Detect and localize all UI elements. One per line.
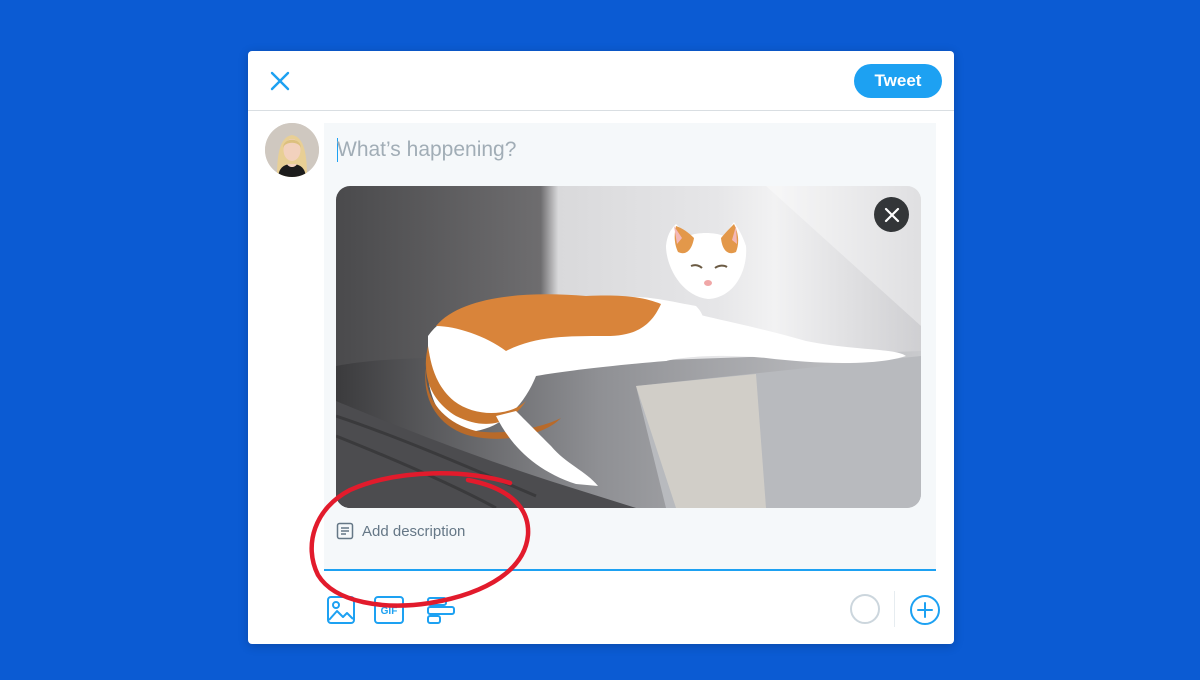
plus-circle-icon (910, 595, 940, 625)
add-poll-button[interactable] (424, 593, 458, 627)
avatar[interactable] (265, 123, 319, 177)
add-description-label: Add description (362, 522, 466, 540)
character-counter (850, 594, 880, 624)
tweet-button[interactable]: Tweet (854, 64, 942, 98)
document-icon (336, 522, 354, 540)
modal-header: Tweet (248, 51, 954, 111)
add-gif-button[interactable]: GIF (372, 593, 406, 627)
add-tweet-button[interactable] (908, 593, 942, 627)
toolbar-divider (894, 591, 895, 627)
add-photo-button[interactable] (324, 593, 358, 627)
gif-icon: GIF (374, 596, 404, 624)
add-description-button[interactable]: Add description (336, 521, 465, 541)
compose-tweet-modal: Tweet What’s happening? Add description … (248, 51, 954, 644)
close-icon (270, 71, 290, 91)
remove-media-button[interactable] (874, 197, 909, 232)
svg-text:GIF: GIF (381, 606, 398, 617)
media-attachment[interactable] (336, 186, 921, 508)
close-button[interactable] (266, 67, 294, 95)
close-icon (884, 207, 899, 222)
compose-area: Add description (324, 123, 936, 571)
poll-icon (427, 597, 455, 624)
tweet-text-input[interactable] (337, 135, 897, 165)
cat-photo (336, 186, 921, 508)
image-icon (327, 596, 355, 624)
